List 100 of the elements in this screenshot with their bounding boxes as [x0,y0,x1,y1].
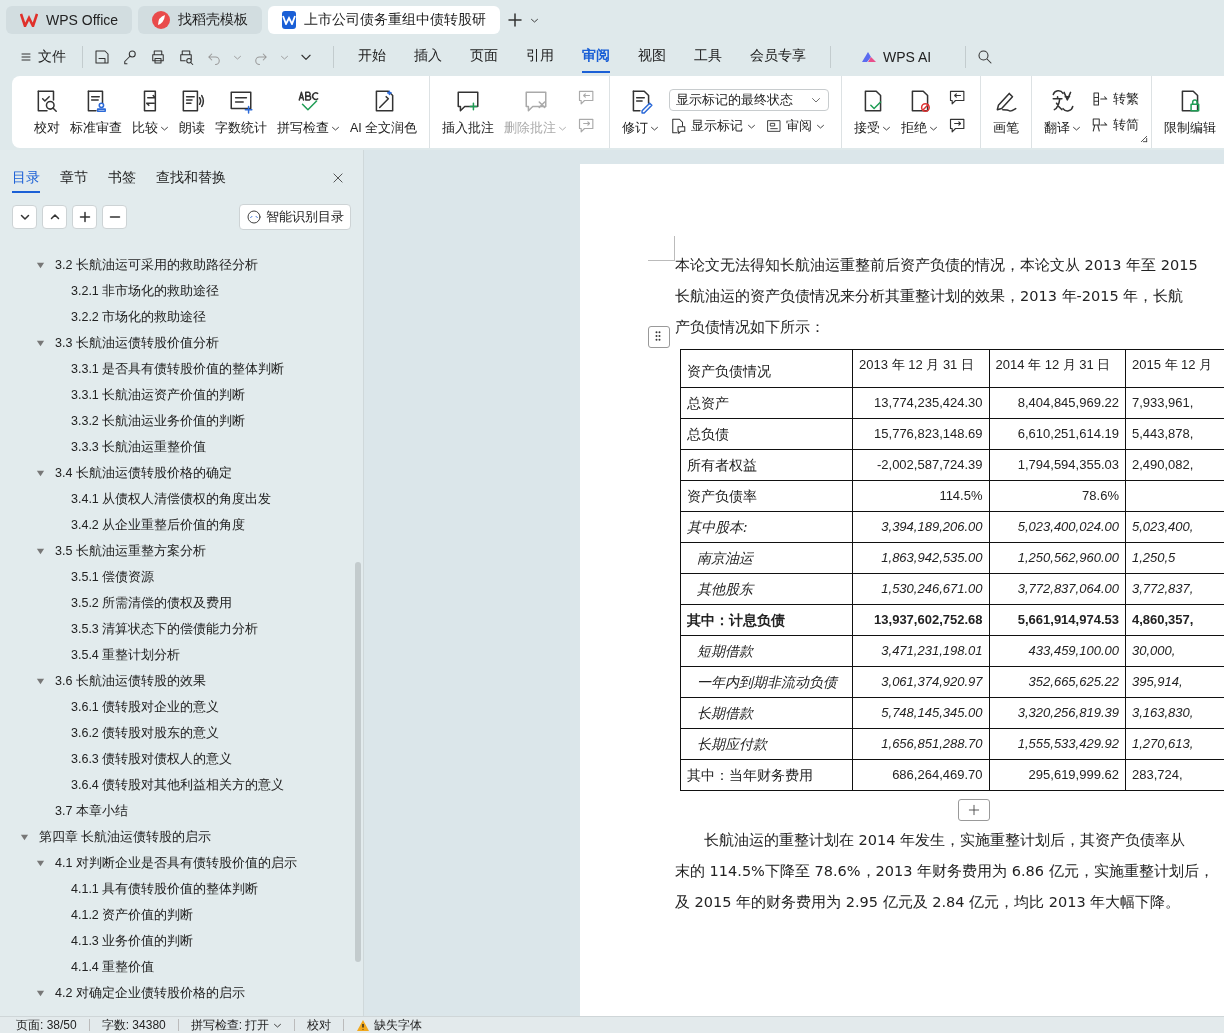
table-cell: 一年内到期非流动负债 [680,666,853,698]
missing-fonts-button[interactable]: 缺失字体 [356,1016,435,1033]
leaf-logo-icon [152,11,171,29]
toc-entry[interactable]: 3.6.3 债转股对债权人的意义 [71,750,233,768]
toc-entry[interactable]: 3.5.4 重整计划分析 [71,646,181,664]
toc-entry[interactable]: 4.1.2 资产价值的判断 [71,906,194,924]
table-cell: 15,776,823,148.69 [852,418,989,450]
smart-toc-button[interactable]: 智能识别目录 [239,204,351,230]
toc-entry[interactable]: 4.2 对确定企业债转股价格的启示 [55,984,245,1002]
ribbon-button[interactable]: 接受 [850,83,896,141]
ribbon-button[interactable]: 校对 [30,83,64,141]
toc-entry[interactable]: 3.3.1 是否具有债转股价值的整体判断 [71,360,285,378]
toc-entry[interactable]: 3.6.2 债转股对股东的意义 [71,724,220,742]
toc-entry[interactable]: 3.5.1 偿债资源 [71,568,155,586]
column-header: 2015 年 12 月 [1125,349,1224,388]
ribbon-button[interactable]: 字数统计 [211,83,271,141]
expand-triangle-icon[interactable] [20,832,29,842]
ribbon-tab[interactable]: 引用 [526,41,554,73]
add-button[interactable] [72,205,97,229]
column-header: 2013 年 12 月 31 日 [852,349,989,388]
ribbon-button[interactable]: 拒绝 [897,83,943,141]
ribbon-button[interactable]: 显示标记 [669,117,757,135]
wps-ai-button[interactable]: WPS AI [855,45,938,69]
toc-entry[interactable]: 3.2 长航油运可采用的救助路径分析 [55,256,258,274]
browser-tab[interactable]: WPS Office [6,6,133,34]
pane-tab[interactable]: 章节 [60,165,88,193]
paragraph-line: 长航油运的资产负债情况来分析其重整计划的效果，2013 年-2015 年，长航 [675,287,1185,306]
ribbon-button[interactable]: 标准审查 [66,83,126,141]
ribbon-button[interactable]: 审阅 [766,117,826,135]
toc-entry[interactable]: 3.4 长航油运债转股价格的确定 [55,464,232,482]
toc-entry[interactable]: 3.3.3 长航油运重整价值 [71,438,207,456]
toc-entry[interactable]: 3.5.2 所需清偿的债权及费用 [71,594,233,612]
toc-entry[interactable]: 4.1.1 具有债转股价值的整体判断 [71,880,259,898]
ribbon-button[interactable]: 插入批注 [438,83,499,141]
ribbon-tab[interactable]: 开始 [358,41,386,73]
ribbon-tab[interactable]: 会员专享 [750,41,806,73]
column-header: 资产负债情况 [680,349,853,388]
ribbon-button[interactable]: AI 全文润色 [346,83,422,141]
toc-entry[interactable]: 3.2.2 市场化的救助途径 [71,308,207,326]
toc-entry[interactable]: 3.3 长航油运债转股价值分析 [55,334,219,352]
plus-icon [967,803,981,817]
toc-entry[interactable]: 3.2.1 非市场化的救助途径 [71,282,220,300]
toc-entry[interactable]: 3.3.1 长航油运资产价值的判断 [71,386,246,404]
expand-down-button[interactable] [12,205,37,229]
ribbon-button[interactable]: 比较 [128,83,173,141]
print-icon [149,48,167,66]
pane-tab[interactable]: 目录 [12,165,40,193]
table-cell: 114.5% [852,480,989,512]
ribbon-button[interactable]: 限制编辑 [1160,83,1221,141]
browser-tab[interactable]: 找稻壳模板 [138,6,263,34]
markup-dropdown[interactable]: 显示标记的最终状态 [669,89,830,111]
toc-entry[interactable]: 4.1 对判断企业是否具有债转股价值的启示 [55,854,297,872]
table-cell: 3,471,231,198.01 [852,635,989,667]
ribbon-tab[interactable]: 审阅 [582,41,610,73]
toc-entry[interactable]: 3.5.3 清算状态下的偿债能力分析 [71,620,259,638]
expand-triangle-icon[interactable] [36,988,45,998]
table-cell: 1,555,533,429.92 [989,728,1126,760]
expand-triangle-icon[interactable] [36,676,45,686]
toc-entry[interactable]: 3.7 本章小结 [55,802,128,820]
table-cell: 其中：计息负债 [680,604,853,636]
toc-entry[interactable]: 3.6.1 债转股对企业的意义 [71,698,220,716]
ribbon-button[interactable]: 翻译 [1040,83,1086,141]
ribbon-button[interactable]: 拼写检查 [273,83,344,141]
file-menu[interactable]: 文件 [14,44,72,70]
expand-triangle-icon[interactable] [36,858,45,868]
toc-entry[interactable]: 3.6 长航油运债转股的效果 [55,672,206,690]
toc-entry[interactable]: 3.5 长航油运重整方案分析 [55,542,206,560]
ribbon-tab[interactable]: 工具 [694,41,722,73]
pane-tab[interactable]: 查找和替换 [156,165,226,193]
expand-triangle-icon[interactable] [36,546,45,556]
ribbon-tab[interactable]: 页面 [470,41,498,73]
toc-entry[interactable]: 4.1.4 重整价值 [71,958,155,976]
ribbon-button[interactable]: 转繁 [1091,90,1140,108]
ribbon-button[interactable]: 转简 [1091,116,1140,134]
ribbon-tab[interactable]: 插入 [414,41,442,73]
table-cell: -2,002,587,724.39 [852,449,989,481]
expand-triangle-icon[interactable] [36,338,45,348]
toc-entry[interactable]: 3.4.2 从企业重整后价值的角度 [71,516,246,534]
toc-entry[interactable]: 第四章 长航油运债转股的启示 [39,828,212,846]
ribbon-button[interactable]: 修订 [618,83,664,141]
expand-triangle-icon[interactable] [36,260,45,270]
table-handle-icon[interactable] [648,326,670,348]
word-count[interactable]: 字数: 34380 [101,1016,178,1033]
ribbon-tab[interactable]: 视图 [638,41,666,73]
toc-entry[interactable]: 3.6.4 债转股对其他利益相关方的意义 [71,776,285,794]
pane-tab[interactable]: 书签 [108,165,136,193]
toc-entry[interactable]: 4.1.3 业务价值的判断 [71,932,194,950]
toc-entry[interactable]: 3.4.1 从债权人清偿债权的角度出发 [71,490,272,508]
close-icon [331,170,345,185]
toc-entry[interactable]: 3.3.2 长航油运业务价值的判断 [71,412,246,430]
proofread-button[interactable]: 校对 [307,1016,344,1033]
scrollbar-thumb[interactable] [355,562,361,962]
ribbon-button[interactable]: 朗读 [175,83,209,141]
add-row-button[interactable] [958,799,990,821]
spell-check-toggle[interactable]: 拼写检查: 打开 [190,1016,295,1033]
browser-tab[interactable]: 上市公司债务重组中债转股研 [268,6,501,34]
collapse-up-button[interactable] [42,205,67,229]
ribbon-button[interactable]: 画笔 [989,83,1024,141]
expand-triangle-icon[interactable] [36,468,45,478]
remove-button[interactable] [102,205,127,229]
